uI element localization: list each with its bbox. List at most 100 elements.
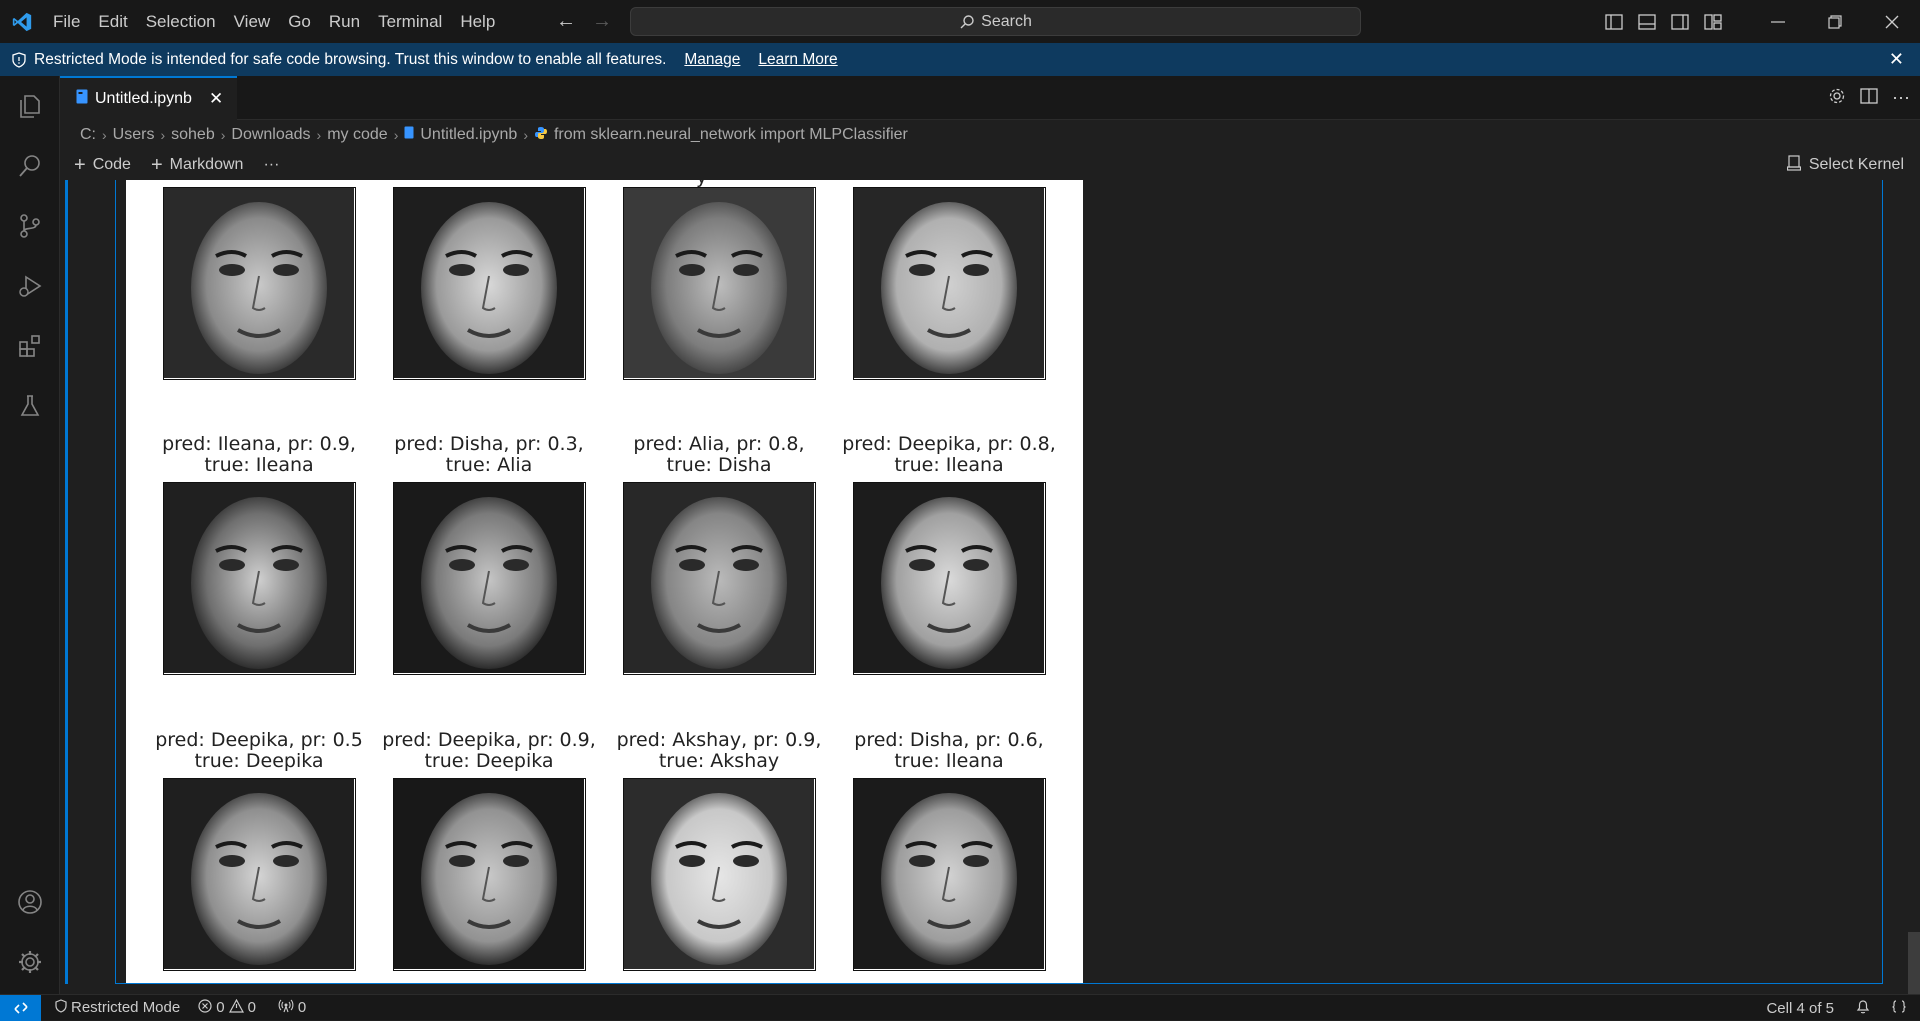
tab-bar: Untitled.ipynb ✕ ⋯	[60, 76, 1920, 120]
notebook-settings-gear-icon[interactable]	[1828, 87, 1846, 110]
restricted-mode-label: Restricted Mode	[71, 999, 181, 1016]
breadcrumb-drive[interactable]: C:	[80, 126, 96, 144]
problems-status[interactable]: 0 0	[198, 998, 256, 1017]
breadcrumb-my-code[interactable]: my code	[327, 126, 387, 144]
prediction-label: pred: Deepika, pr: 0.9,	[382, 729, 596, 751]
close-tab-icon[interactable]: ✕	[209, 89, 223, 109]
explorer-icon[interactable]	[0, 76, 60, 136]
more-actions-icon[interactable]: ⋯	[1892, 88, 1910, 109]
menu-file[interactable]: File	[44, 0, 89, 43]
plus-icon: +	[74, 153, 86, 176]
cell-focus-indicator	[65, 180, 68, 984]
kernel-status-icon[interactable]	[1892, 999, 1906, 1018]
menu-selection[interactable]: Selection	[137, 0, 225, 43]
face-caption: pred: Alia, pr: 0.8, true: Disha	[599, 434, 839, 476]
toggle-panel-icon[interactable]	[1630, 0, 1663, 43]
remote-indicator-icon[interactable]	[0, 994, 41, 1021]
face-image	[393, 187, 586, 380]
ellipsis-label: ···	[263, 156, 280, 173]
banner-message: Restricted Mode is intended for safe cod…	[34, 50, 667, 68]
prediction-label: pred: Alia, pr: 0.8,	[633, 433, 805, 455]
ports-count: 0	[297, 999, 307, 1016]
warning-count: 0	[247, 999, 256, 1016]
cell-position[interactable]: Cell 4 of 5	[1766, 1000, 1834, 1017]
face-caption: pred: Disha, pr: 0.6, true: Ileana	[829, 730, 1069, 772]
true-label: true: Ileana	[894, 750, 1004, 772]
source-control-icon[interactable]	[0, 196, 60, 256]
add-code-cell-button[interactable]: + Code	[74, 154, 131, 177]
learn-more-link[interactable]: Learn More	[758, 51, 837, 69]
toggle-primary-sidebar-icon[interactable]	[1597, 0, 1630, 43]
breadcrumb-soheb[interactable]: soheb	[171, 126, 215, 144]
broadcast-icon	[278, 999, 294, 1017]
chevron-right-icon: ›	[160, 127, 166, 143]
vscode-logo-icon	[0, 0, 44, 43]
true-label: true: Disha	[666, 454, 772, 476]
search-icon[interactable]	[0, 136, 60, 196]
more-toolbar-actions-button[interactable]: ···	[263, 156, 279, 174]
restore-button[interactable]	[1806, 0, 1863, 43]
customize-layout-icon[interactable]	[1696, 0, 1729, 43]
ports-status[interactable]: 0	[278, 999, 306, 1017]
close-window-button[interactable]	[1863, 0, 1920, 43]
menu-run[interactable]: Run	[320, 0, 369, 43]
markdown-label: Markdown	[169, 156, 244, 173]
status-bar: Restricted Mode 0 0 0 Cell 4 of 5	[0, 994, 1920, 1021]
notebook-file-icon	[76, 89, 88, 109]
face-caption: pred: Ileana, pr: 0.9, true: Ileana	[139, 434, 379, 476]
command-center-search[interactable]: Search	[630, 7, 1361, 36]
notebook-toolbar: + Code + Markdown ···	[60, 150, 1920, 180]
plus-icon: +	[150, 153, 163, 176]
extensions-icon[interactable]	[0, 316, 60, 376]
prediction-label: pred: Deepika, pr: 0.5	[155, 729, 363, 751]
face-caption: pred: Deepika, pr: 0.8, true: Ileana	[829, 434, 1069, 476]
notifications-bell-icon[interactable]	[1856, 999, 1870, 1018]
prediction-label: pred: Disha, pr: 0.6,	[854, 729, 1044, 751]
face-image	[623, 187, 816, 380]
title-bar: File Edit Selection View Go Run Terminal…	[0, 0, 1920, 43]
minimize-button[interactable]	[1749, 0, 1806, 43]
shield-icon	[12, 51, 26, 68]
tab-untitled-ipynb[interactable]: Untitled.ipynb ✕	[60, 76, 237, 120]
face-caption: pred: Disha, pr: 0.3, true: Alia	[369, 434, 609, 476]
breadcrumb-file[interactable]: Untitled.ipynb	[420, 126, 517, 144]
face-image	[853, 187, 1046, 380]
face-caption: pred: Deepika, pr: 0.9, true: Deepika	[369, 730, 609, 772]
prediction-label: pred: Akshay, pr: 0.9,	[616, 729, 822, 751]
activity-bar	[0, 76, 60, 994]
face-image	[163, 187, 356, 380]
error-count: 0	[216, 999, 225, 1016]
tab-label: Untitled.ipynb	[95, 90, 192, 107]
split-editor-icon[interactable]	[1860, 87, 1878, 109]
forward-arrow-icon[interactable]: →	[592, 10, 612, 33]
face-image	[393, 482, 586, 675]
editor-area: Untitled.ipynb ✕ ⋯ C: › Users › soheb › Dow…	[60, 76, 1920, 994]
menu-view[interactable]: View	[225, 0, 280, 43]
back-arrow-icon[interactable]: ←	[556, 10, 576, 33]
accounts-icon[interactable]	[0, 872, 60, 932]
scrollbar-thumb[interactable]	[1908, 932, 1920, 994]
chevron-right-icon: ›	[523, 127, 528, 143]
face-image	[853, 482, 1046, 675]
menu-edit[interactable]: Edit	[89, 0, 136, 43]
close-icon[interactable]: ✕	[1889, 49, 1904, 70]
menu-terminal[interactable]: Terminal	[369, 0, 451, 43]
run-debug-icon[interactable]	[0, 256, 60, 316]
testing-icon[interactable]	[0, 376, 60, 436]
manage-link[interactable]: Manage	[684, 51, 740, 69]
select-kernel-button[interactable]: Select Kernel	[1786, 150, 1904, 180]
manage-gear-icon[interactable]	[0, 932, 60, 992]
prediction-label: pred: Disha, pr: 0.3,	[394, 433, 584, 455]
add-markdown-cell-button[interactable]: + Markdown	[151, 154, 244, 177]
menu-help[interactable]: Help	[451, 0, 504, 43]
menu-go[interactable]: Go	[279, 0, 320, 43]
restricted-mode-status[interactable]: Restricted Mode	[55, 998, 181, 1017]
breadcrumb-users[interactable]: Users	[113, 126, 155, 144]
toggle-secondary-sidebar-icon[interactable]	[1663, 0, 1696, 43]
search-placeholder: Search	[981, 12, 1032, 30]
face-image	[393, 778, 586, 971]
face-caption: pred: Deepika, pr: 0.5 true: Deepika	[139, 730, 379, 772]
true-label: true: Alia	[445, 454, 533, 476]
breadcrumb-downloads[interactable]: Downloads	[231, 126, 310, 144]
breadcrumb-symbol[interactable]: from sklearn.neural_network import MLPCl…	[554, 126, 908, 144]
